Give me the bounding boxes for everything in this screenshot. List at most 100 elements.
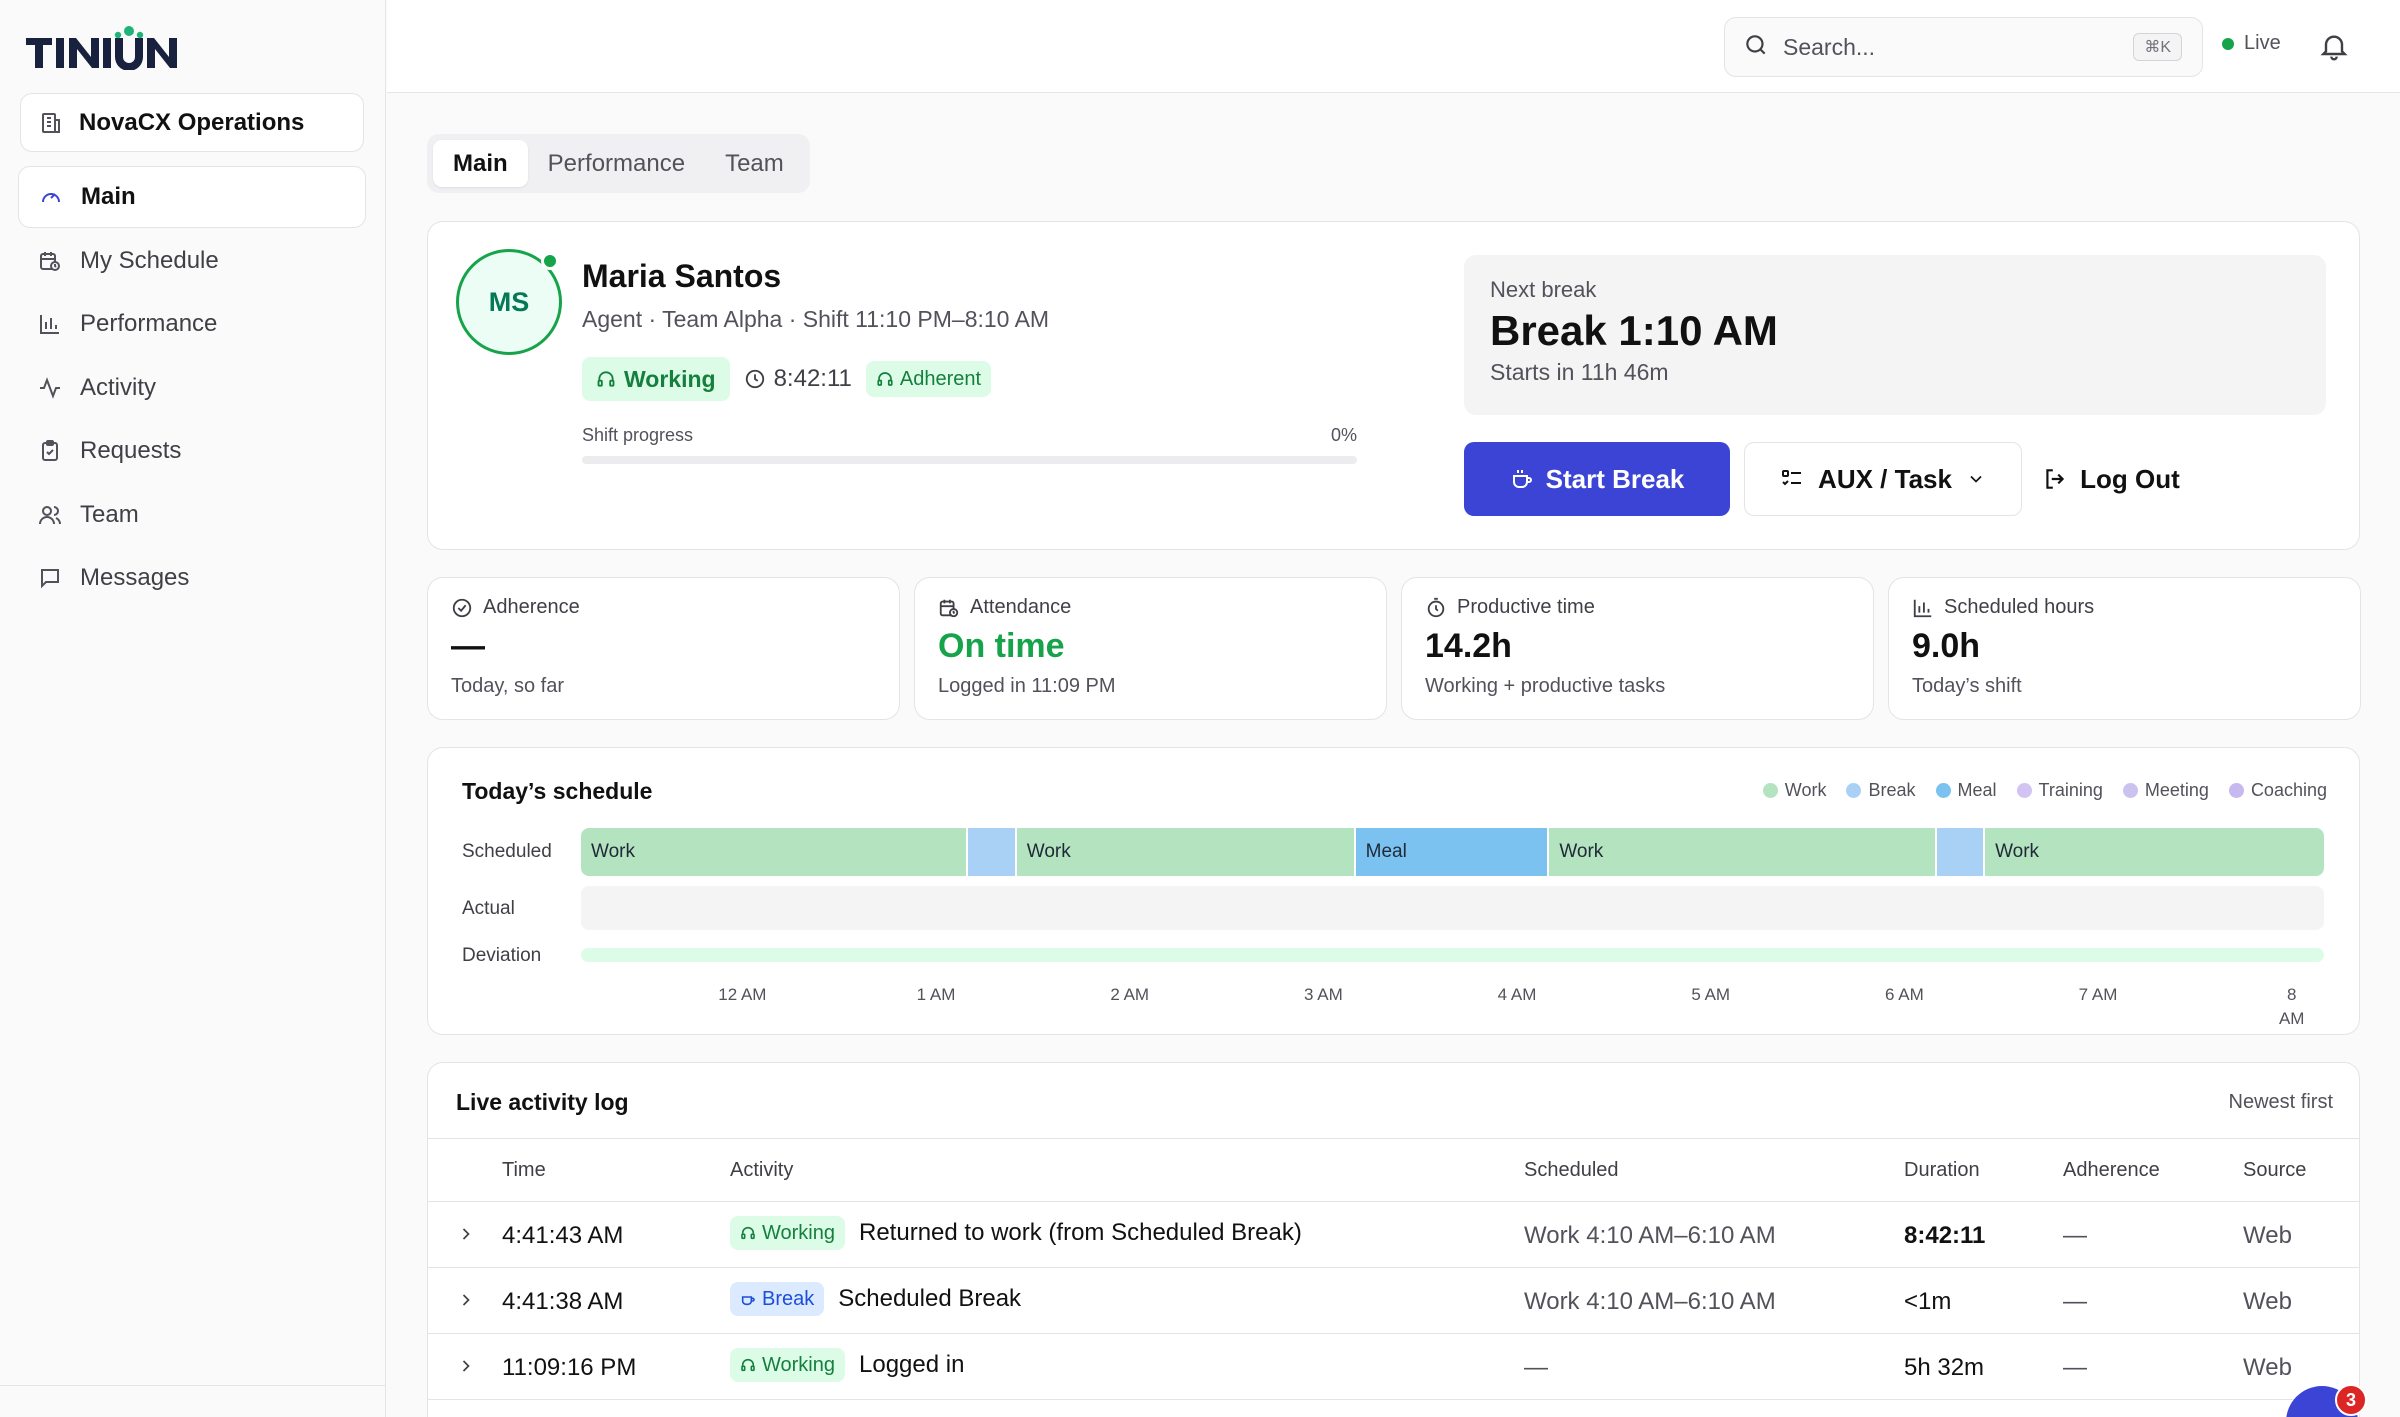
column-header: Time [502,1159,546,1181]
cell-duration: 8:42:11 [1904,1222,1986,1249]
table-row[interactable]: 11:09:16 PM Working Logged in — 5h 32m —… [428,1334,2359,1400]
aux-task-dropdown[interactable]: AUX / Task [1744,442,2022,516]
stat-subtitle: Today’s shift [1912,675,2022,697]
shift-progress-percent: 0% [1330,425,1357,445]
schedule-segment-work[interactable]: Work [1016,828,1354,876]
legend-item: Break [1846,780,1916,801]
clipboard-check-icon [36,437,64,465]
chevron-down-icon [1970,475,1982,483]
sidebar-item-performance[interactable]: Performance [18,293,366,355]
stat-value: On time [938,627,1065,665]
org-switcher[interactable]: NovaCX Operations [20,93,364,152]
legend-item: Meal [1935,780,1997,801]
logout-icon [2046,469,2065,489]
table-row[interactable]: 4:41:38 AM Break Scheduled Break Work 4:… [428,1268,2359,1334]
bell-icon[interactable] [2318,30,2350,67]
legend-swatch [1762,783,1778,798]
tab-performance[interactable]: Performance [528,140,705,187]
time-axis-tick: 4 AM [1497,985,1537,1004]
activity-description: Scheduled Break [838,1285,1022,1312]
legend-item: Coaching [2228,780,2327,801]
chevron-right-icon[interactable] [456,1290,476,1315]
schedule-segment-work[interactable]: Work [1549,828,1935,876]
unread-count-badge: 3 [2335,1384,2367,1416]
search-input[interactable]: Search... ⌘K [1724,17,2203,77]
start-break-label: Start Break [1545,463,1685,494]
activity-description: Logged in [859,1351,965,1378]
time-axis-tick: 5 AM [1691,985,1731,1004]
stat-value: — [451,627,485,665]
schedule-segment-work[interactable]: Work [581,828,967,876]
row-label-deviation: Deviation [462,945,542,966]
next-break-title: Break 1:10 AM [1490,307,1778,354]
sidebar-item-label: Messages [80,564,190,591]
search-placeholder: Search... [1783,33,1876,60]
column-header: Source [2243,1159,2307,1181]
sidebar-item-team[interactable]: Team [18,484,366,546]
table-row[interactable]: 4:41:43 AM Working Returned to work (fro… [428,1202,2359,1268]
sidebar-item-label: Requests [80,437,182,464]
legend-label: Training [2038,780,2103,800]
stat-productive-time: Productive time 14.2h Working + producti… [1401,577,1874,720]
sidebar-item-label: My Schedule [80,246,219,274]
users-icon [36,501,64,529]
logout-label: Log Out [2080,463,2180,494]
headset-icon [877,372,893,386]
live-label: Live [2244,32,2281,54]
legend-item: Work [1762,780,1826,801]
schedule-segment-break[interactable] [968,828,1015,876]
schedule-segment-meal[interactable]: Meal [1355,828,1548,876]
state-badge: Working [582,357,730,401]
activity-badge: Break [730,1282,825,1316]
state-timer: 8:42:11 [744,365,852,393]
legend-label: Meal [1957,780,1997,800]
sidebar: NovaCX Operations Main My Schedule Perfo… [0,0,386,1417]
adherence-label: Adherent [899,367,982,390]
stat-attendance: Attendance On time Logged in 11:09 PM [914,577,1387,720]
activity-icon [36,374,64,402]
start-break-button[interactable]: Start Break [1464,442,1730,516]
tab-team[interactable]: Team [705,140,804,187]
headset-icon [741,1226,755,1240]
time-axis-tick: 8 AM [2278,985,2305,1028]
column-header: Duration [1904,1159,1980,1181]
cell-time: 4:41:38 AM [502,1288,624,1315]
gauge-icon [37,183,65,211]
sidebar-item-main[interactable]: Main [18,166,366,228]
logout-button[interactable]: Log Out [2036,442,2186,516]
cell-time: 4:41:43 AM [502,1222,624,1249]
row-label-scheduled: Scheduled [462,841,552,862]
activity-badge: Working [730,1348,845,1382]
schedule-segment-break[interactable] [1936,828,1984,876]
brand-logo[interactable] [26,26,192,70]
calendar-clock-icon [939,599,959,617]
sidebar-nav: Main My Schedule Performance Activity Re… [18,166,366,611]
cell-source: Web [2243,1222,2292,1249]
legend-label: Meeting [2144,780,2209,800]
sort-toggle[interactable]: Newest first [2229,1091,2333,1114]
stat-subtitle: Today, so far [451,675,565,697]
clock-icon [745,369,764,389]
cell-source: Web [2243,1288,2292,1315]
chevron-right-icon[interactable] [456,1356,476,1381]
schedule-segment-work[interactable]: Work [1985,828,2324,876]
stat-subtitle: Logged in 11:09 PM [938,675,1116,697]
cell-activity: Break Scheduled Break [730,1282,1021,1316]
timer-value: 8:42:11 [773,365,852,392]
adherence-badge: Adherent [865,361,992,397]
building-icon [39,109,67,137]
calendar-clock-icon [36,247,64,275]
tab-main[interactable]: Main [433,140,528,187]
sidebar-item-my-schedule[interactable]: My Schedule [18,230,366,292]
sidebar-item-activity[interactable]: Activity [18,357,366,419]
stat-value: 14.2h [1425,627,1512,665]
sidebar-item-requests[interactable]: Requests [18,420,366,482]
sidebar-item-messages[interactable]: Messages [18,547,366,609]
chevron-right-icon[interactable] [456,1224,476,1249]
activity-description: Returned to work (from Scheduled Break) [859,1219,1302,1246]
stat-scheduled-hours: Scheduled hours 9.0h Today’s shift [1888,577,2361,720]
legend-label: Break [1868,780,1916,800]
row-label-actual: Actual [462,898,515,919]
cell-scheduled: Work 4:10 AM–6:10 AM [1524,1222,1776,1249]
activity-badge-label: Working [762,1353,835,1376]
